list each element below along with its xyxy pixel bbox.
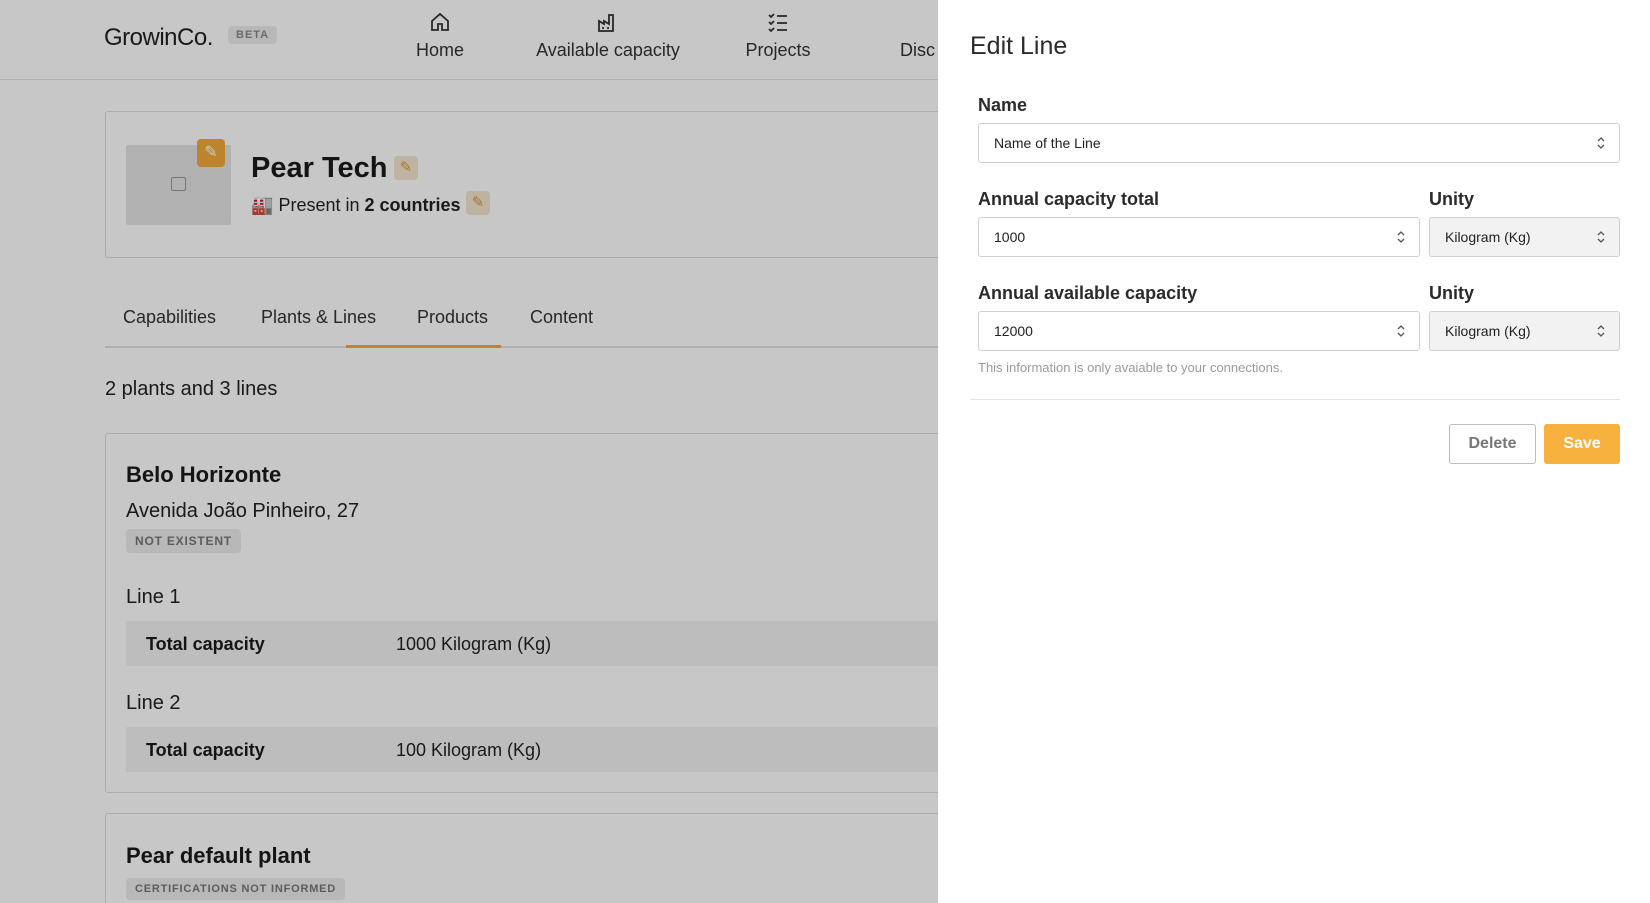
annual-capacity-total-value: 1000 xyxy=(994,229,1026,245)
save-button[interactable]: Save xyxy=(1544,424,1620,464)
name-select[interactable]: Name of the Line xyxy=(978,123,1620,163)
stepper-icon[interactable] xyxy=(1397,230,1405,244)
annual-capacity-total-label: Annual capacity total xyxy=(978,189,1160,209)
unity-label: Unity xyxy=(1429,189,1474,209)
edit-line-drawer: Edit Line Name Name of the Line Annual c… xyxy=(938,0,1650,903)
stepper-icon[interactable] xyxy=(1397,324,1405,338)
modal-backdrop[interactable] xyxy=(0,0,938,903)
unity-select-2-value: Kilogram (Kg) xyxy=(1445,323,1531,339)
annual-available-capacity-label: Annual available capacity xyxy=(978,283,1198,303)
unity-select-value: Kilogram (Kg) xyxy=(1445,229,1531,245)
chevron-updown-icon xyxy=(1597,230,1605,244)
drawer-title: Edit Line xyxy=(970,32,1068,60)
chevron-updown-icon xyxy=(1597,324,1605,338)
annual-available-capacity-input[interactable]: 12000 xyxy=(978,311,1420,351)
annual-available-capacity-value: 12000 xyxy=(994,323,1033,339)
visibility-hint: This information is only avaiable to you… xyxy=(978,360,1283,375)
divider xyxy=(970,399,1620,400)
annual-capacity-total-input[interactable]: 1000 xyxy=(978,217,1420,257)
chevron-updown-icon xyxy=(1597,136,1605,150)
name-label: Name xyxy=(978,95,1028,115)
unity-select[interactable]: Kilogram (Kg) xyxy=(1429,217,1620,257)
name-select-value: Name of the Line xyxy=(994,135,1101,151)
delete-button[interactable]: Delete xyxy=(1449,424,1536,464)
unity-label-2: Unity xyxy=(1429,283,1474,303)
unity-select-2[interactable]: Kilogram (Kg) xyxy=(1429,311,1620,351)
